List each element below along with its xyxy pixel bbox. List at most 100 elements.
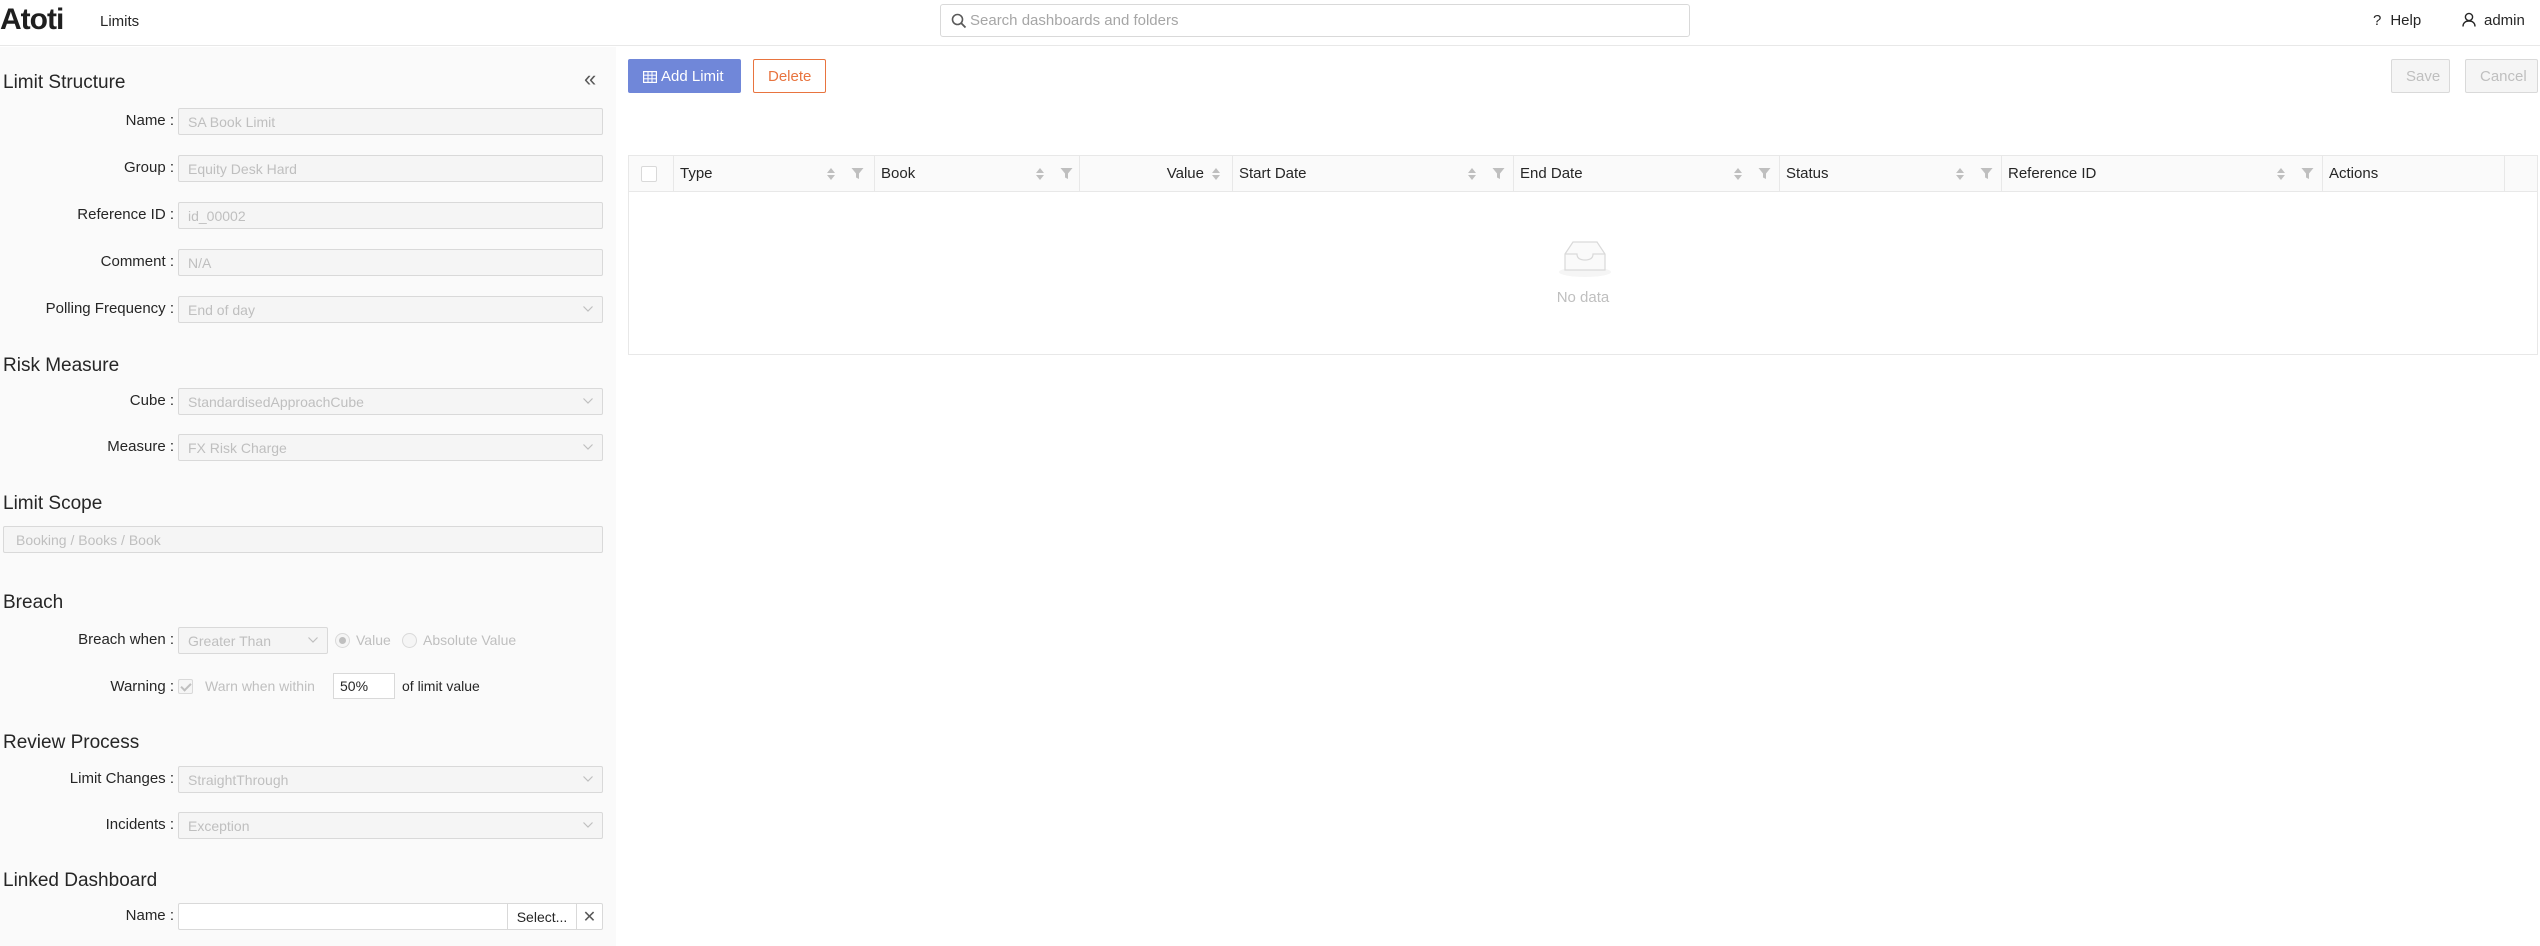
measure-label: Measure : (107, 438, 174, 455)
column-value-label: Value (1166, 165, 1204, 182)
sort-icon[interactable] (1211, 167, 1221, 181)
cube-value: StandardisedApproachCube (188, 394, 364, 410)
warn-percent-input[interactable]: 50% (333, 673, 395, 699)
empty-inbox-icon (1559, 241, 1611, 277)
reference-id-label: Reference ID : (77, 206, 174, 223)
column-end-date[interactable]: End Date (1514, 156, 1780, 192)
comment-label: Comment : (100, 253, 174, 270)
cube-label: Cube : (129, 392, 174, 409)
chevron-down-icon (583, 444, 593, 450)
breach-when-label: Breach when : (78, 631, 174, 648)
limits-table: Type Book Value Start Date End Date Stat… (628, 155, 2538, 355)
polling-frequency-value: End of day (188, 302, 255, 318)
filter-icon[interactable] (851, 167, 864, 180)
sort-icon[interactable] (1955, 167, 1965, 181)
chevron-down-icon (583, 306, 593, 312)
warn-suffix: of limit value (402, 678, 480, 694)
chevron-down-icon (583, 822, 593, 828)
dashboard-clear-icon[interactable]: ✕ (576, 903, 603, 930)
column-start-date[interactable]: Start Date (1233, 156, 1514, 192)
name-field[interactable]: SA Book Limit (178, 108, 603, 135)
incidents-value: Exception (188, 818, 250, 834)
section-title-risk-measure: Risk Measure (3, 355, 120, 376)
table-header: Type Book Value Start Date End Date Stat… (629, 156, 2537, 192)
section-title-limit-structure: Limit Structure (3, 72, 126, 93)
column-end-date-label: End Date (1520, 165, 1583, 182)
sort-icon[interactable] (2276, 167, 2286, 181)
value-radio-label: Value (356, 632, 391, 648)
section-title-limit-scope: Limit Scope (3, 493, 103, 514)
chevron-down-icon (583, 776, 593, 782)
group-field[interactable]: Equity Desk Hard (178, 155, 603, 182)
filter-icon[interactable] (1758, 167, 1771, 180)
filter-icon[interactable] (1492, 167, 1505, 180)
table-icon (643, 71, 658, 84)
column-value[interactable]: Value (1080, 156, 1233, 192)
column-book-label: Book (881, 165, 916, 182)
top-bar: Atoti Limits ? Help admin (0, 0, 2540, 46)
sort-icon[interactable] (1733, 167, 1743, 181)
help-label: Help (2390, 12, 2422, 29)
breach-when-value: Greater Than (188, 633, 272, 649)
reference-id-field[interactable]: id_00002 (178, 202, 603, 229)
limit-scope-field[interactable]: Booking / Books / Book (3, 526, 603, 553)
user-menu[interactable]: admin (2462, 12, 2525, 29)
chevron-down-icon (583, 398, 593, 404)
column-book[interactable]: Book (875, 156, 1080, 192)
select-all-checkbox[interactable] (641, 166, 657, 182)
limit-changes-select[interactable]: StraightThrough (178, 766, 603, 793)
dashboard-select-button[interactable]: Select... (507, 903, 577, 930)
help-icon: ? (2373, 12, 2382, 29)
dashboard-name-input[interactable] (178, 903, 508, 930)
absolute-value-radio[interactable] (402, 633, 417, 648)
search-input[interactable] (970, 6, 1670, 35)
group-label: Group : (123, 159, 174, 176)
add-limit-button[interactable]: Add Limit (628, 59, 741, 93)
search-icon (951, 13, 967, 29)
sort-icon[interactable] (1467, 167, 1477, 181)
polling-frequency-select[interactable]: End of day (178, 296, 603, 323)
breach-when-select[interactable]: Greater Than (178, 627, 328, 654)
column-status[interactable]: Status (1780, 156, 2002, 192)
sort-icon[interactable] (1035, 167, 1045, 181)
warn-checkbox[interactable] (178, 679, 193, 694)
column-actions: Actions (2323, 156, 2505, 192)
filter-icon[interactable] (2301, 167, 2314, 180)
cancel-button[interactable]: Cancel (2465, 59, 2538, 93)
section-title-linked-dashboard: Linked Dashboard (3, 870, 158, 891)
filter-icon[interactable] (1980, 167, 1993, 180)
cube-select[interactable]: StandardisedApproachCube (178, 388, 603, 415)
column-type-label: Type (680, 165, 713, 182)
filter-icon[interactable] (1060, 167, 1073, 180)
column-type[interactable]: Type (674, 156, 875, 192)
app-logo[interactable]: Atoti (0, 3, 64, 37)
column-reference-id[interactable]: Reference ID (2002, 156, 2323, 192)
save-button[interactable]: Save (2391, 59, 2450, 93)
measure-value: FX Risk Charge (188, 440, 287, 456)
limit-changes-label: Limit Changes : (69, 770, 174, 787)
user-label: admin (2484, 12, 2525, 29)
delete-button[interactable]: Delete (753, 59, 826, 93)
sort-icon[interactable] (826, 167, 836, 181)
select-all-column (629, 156, 674, 192)
column-reference-id-label: Reference ID (2008, 165, 2097, 182)
polling-frequency-label: Polling Frequency : (45, 300, 174, 317)
collapse-sidebar-icon[interactable]: « (584, 68, 596, 90)
section-title-breach: Breach (3, 592, 64, 613)
limit-form-sidebar: Limit Structure « Name : SA Book Limit G… (0, 47, 616, 946)
dashboard-name-label: Name : (125, 907, 174, 924)
chevron-down-icon (308, 637, 318, 643)
help-button[interactable]: ? Help (2373, 12, 2421, 29)
comment-field[interactable]: N/A (178, 249, 603, 276)
value-radio[interactable] (335, 633, 350, 648)
column-actions-label: Actions (2329, 165, 2379, 182)
absolute-value-radio-label: Absolute Value (423, 632, 517, 648)
incidents-label: Incidents : (105, 816, 174, 833)
app-title: Limits (100, 13, 140, 30)
measure-select[interactable]: FX Risk Charge (178, 434, 603, 461)
search-box[interactable] (940, 4, 1690, 37)
column-status-label: Status (1786, 165, 1829, 182)
name-label: Name : (125, 112, 174, 129)
warn-checkbox-label: Warn when within (205, 678, 315, 694)
incidents-select[interactable]: Exception (178, 812, 603, 839)
